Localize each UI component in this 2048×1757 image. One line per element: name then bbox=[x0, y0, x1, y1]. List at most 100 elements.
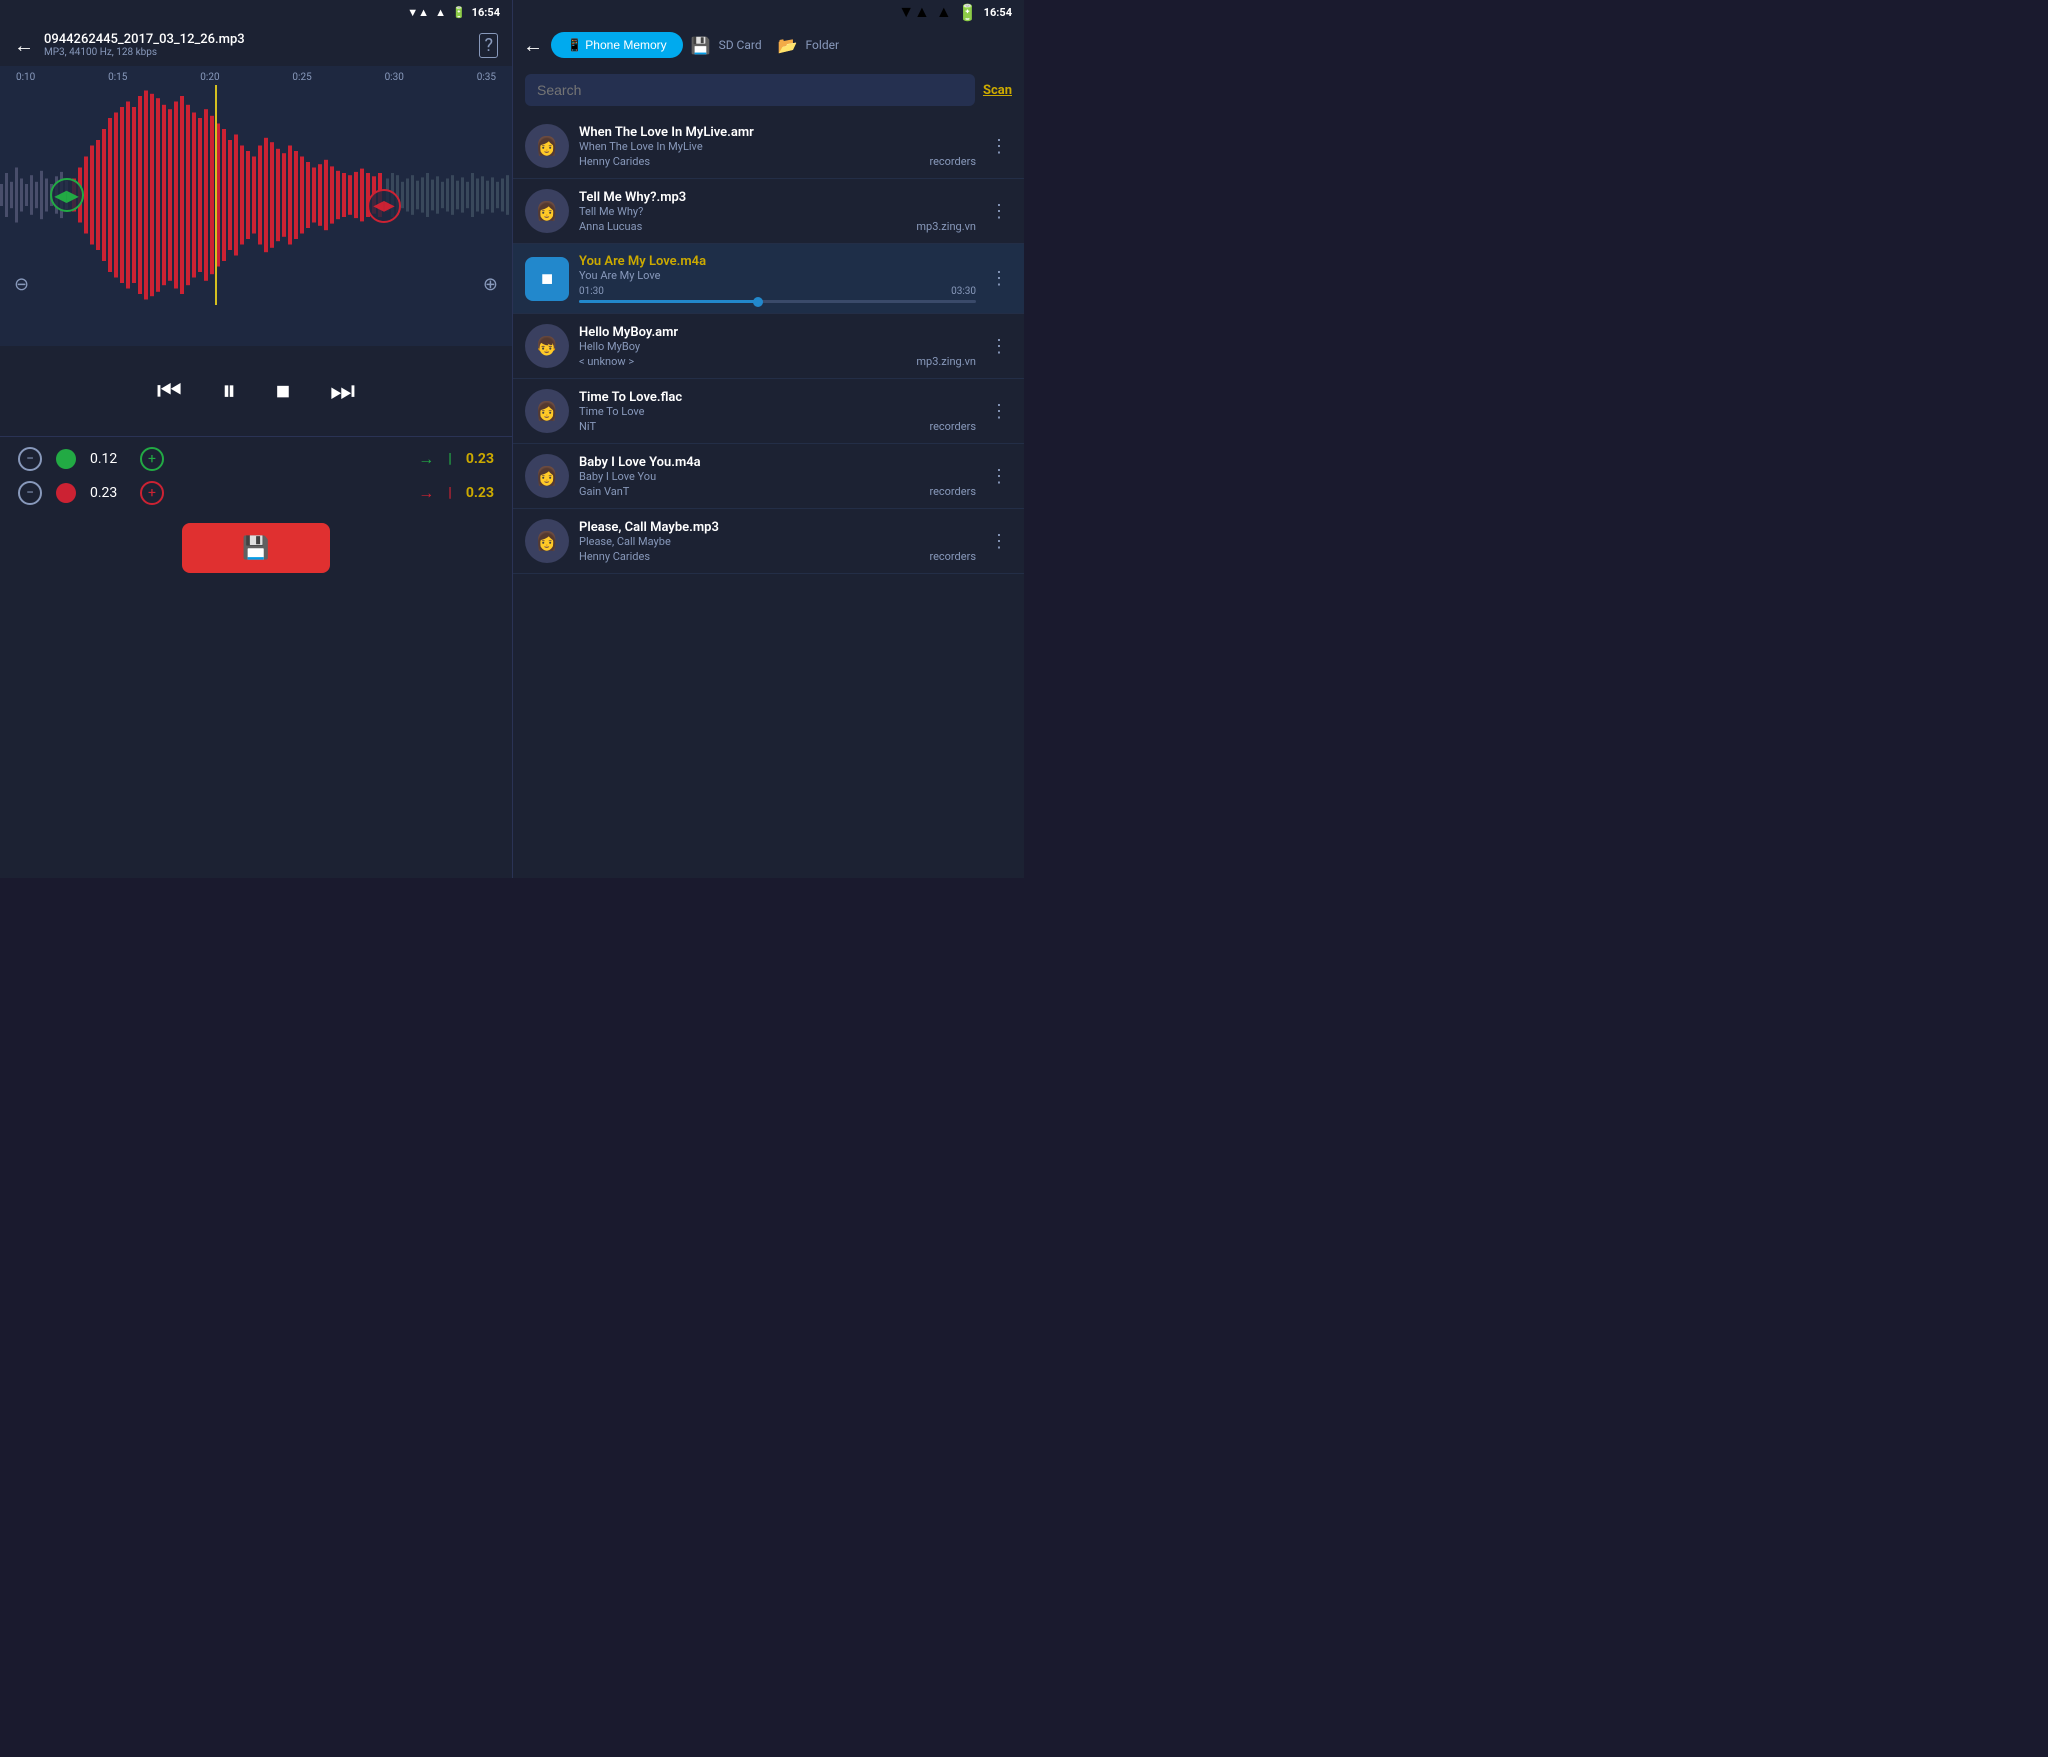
timeline: 0:10 0:15 0:20 0:25 0:30 0:35 bbox=[0, 66, 512, 85]
song-info-5: Time To Love.flac Time To Love NiT recor… bbox=[579, 390, 976, 433]
song-artist-4: < unknow > bbox=[579, 355, 634, 368]
song-info-7: Please, Call Maybe.mp3 Please, Call Mayb… bbox=[579, 520, 976, 563]
song-item-7[interactable]: 👩 Please, Call Maybe.mp3 Please, Call Ma… bbox=[513, 509, 1024, 574]
song-menu-3[interactable]: ⋮ bbox=[986, 264, 1012, 293]
song-menu-2[interactable]: ⋮ bbox=[986, 197, 1012, 226]
song-progress-area: 01:30 03:30 bbox=[579, 286, 976, 303]
tab-folder-label[interactable]: Folder bbox=[806, 38, 839, 52]
left-back-button[interactable]: ← bbox=[14, 33, 34, 58]
tab-sdcard-label[interactable]: SD Card bbox=[719, 38, 762, 52]
progress-bar-track[interactable] bbox=[579, 300, 976, 303]
filename-label: 0944262445_2017_03_12_26.mp3 bbox=[44, 32, 469, 47]
song-artist-6: Gain VanT bbox=[579, 485, 629, 498]
start-minus-button[interactable]: − bbox=[18, 447, 42, 471]
start-marker-icon: ◀▶ bbox=[54, 186, 79, 205]
timeline-mark-3: 0:25 bbox=[292, 72, 311, 83]
rewind-button[interactable]: ⏮ bbox=[157, 374, 182, 408]
song-item-3[interactable]: ■ You Are My Love.m4a You Are My Love 01… bbox=[513, 244, 1024, 314]
right-signal-icon: ▼▲ bbox=[898, 2, 930, 22]
zoom-in-button[interactable]: ⊕ bbox=[483, 274, 498, 295]
right-battery-icon: 🔋 bbox=[958, 3, 978, 22]
song-source-4: mp3.zing.vn bbox=[916, 355, 976, 368]
tab-phone-memory[interactable]: 📱 Phone Memory bbox=[551, 32, 683, 58]
progress-thumb bbox=[753, 297, 763, 307]
search-bar-row: Scan bbox=[513, 66, 1024, 114]
end-plus-button[interactable]: + bbox=[140, 481, 164, 505]
forward-button[interactable]: ⏭ bbox=[330, 374, 355, 408]
song-list: 👩 When The Love In MyLive.amr When The L… bbox=[513, 114, 1024, 878]
song-avatar-1: 👩 bbox=[525, 124, 569, 168]
start-marker[interactable]: ◀▶ bbox=[50, 178, 84, 212]
scan-button[interactable]: Scan bbox=[983, 83, 1012, 98]
right-time: 16:54 bbox=[984, 6, 1012, 19]
battery-icon: 🔋 bbox=[452, 6, 466, 19]
search-input[interactable] bbox=[537, 82, 963, 98]
progress-start-time: 01:30 bbox=[579, 286, 604, 297]
timeline-mark-4: 0:30 bbox=[385, 72, 404, 83]
song-item-2[interactable]: 👩 Tell Me Why?.mp3 Tell Me Why? Anna Luc… bbox=[513, 179, 1024, 244]
stop-button[interactable]: ⏹ bbox=[276, 374, 290, 408]
start-value: 0.12 bbox=[90, 451, 126, 467]
right-panel: ▼▲ ▲ 🔋 16:54 ← 📱 Phone Memory 💾 SD Card … bbox=[512, 0, 1024, 878]
song-artist-2: Anna Lucuas bbox=[579, 220, 642, 233]
signal-icon: ▼▲ bbox=[407, 6, 429, 19]
end-marker-icon: ◀▶ bbox=[373, 198, 395, 214]
song-subtitle-5: Time To Love bbox=[579, 405, 976, 418]
song-menu-1[interactable]: ⋮ bbox=[986, 132, 1012, 161]
right-back-button[interactable]: ← bbox=[523, 33, 543, 58]
save-button[interactable]: 💾 bbox=[182, 523, 329, 573]
end-dot bbox=[56, 483, 76, 503]
song-menu-4[interactable]: ⋮ bbox=[986, 332, 1012, 361]
end-duration: 0.23 bbox=[466, 485, 494, 501]
song-avatar-2: 👩 bbox=[525, 189, 569, 233]
song-source-2: mp3.zing.vn bbox=[916, 220, 976, 233]
edit-controls: − 0.12 + → | 0.23 − 0.23 + → | 0.23 bbox=[0, 436, 512, 515]
song-title-7: Please, Call Maybe.mp3 bbox=[579, 520, 976, 535]
song-info-6: Baby I Love You.m4a Baby I Love You Gain… bbox=[579, 455, 976, 498]
song-subtitle-3: You Are My Love bbox=[579, 269, 976, 282]
pause-button[interactable]: ⏸ bbox=[222, 374, 236, 408]
song-artist-7: Henny Carides bbox=[579, 550, 650, 563]
tab-divider-1: 💾 bbox=[691, 36, 711, 55]
song-menu-6[interactable]: ⋮ bbox=[986, 462, 1012, 491]
left-status-bar: ▼▲ ▲ 🔋 16:54 bbox=[0, 0, 512, 24]
song-title-3: You Are My Love.m4a bbox=[579, 254, 976, 269]
start-plus-button[interactable]: + bbox=[140, 447, 164, 471]
timeline-mark-2: 0:20 bbox=[200, 72, 219, 83]
song-title-5: Time To Love.flac bbox=[579, 390, 976, 405]
song-item-1[interactable]: 👩 When The Love In MyLive.amr When The L… bbox=[513, 114, 1024, 179]
song-menu-5[interactable]: ⋮ bbox=[986, 397, 1012, 426]
help-icon[interactable]: ? bbox=[479, 33, 498, 58]
end-arrow-icon: → bbox=[418, 483, 434, 503]
zoom-out-button[interactable]: ⊖ bbox=[14, 274, 29, 295]
playback-controls: ⏮ ⏸ ⏹ ⏭ bbox=[0, 346, 512, 436]
edit-row-1: − 0.12 + → | 0.23 bbox=[18, 447, 494, 471]
progress-bar-fill bbox=[579, 300, 758, 303]
song-artist-1: Henny Carides bbox=[579, 155, 650, 168]
end-minus-button[interactable]: − bbox=[18, 481, 42, 505]
timeline-mark-5: 0:35 bbox=[477, 72, 496, 83]
end-marker[interactable]: ◀▶ bbox=[367, 189, 401, 223]
song-menu-7[interactable]: ⋮ bbox=[986, 527, 1012, 556]
song-source-7: recorders bbox=[929, 550, 976, 563]
song-item-5[interactable]: 👩 Time To Love.flac Time To Love NiT rec… bbox=[513, 379, 1024, 444]
phone-icon: 📱 bbox=[567, 38, 582, 52]
song-item-4[interactable]: 👦 Hello MyBoy.amr Hello MyBoy < unknow >… bbox=[513, 314, 1024, 379]
song-subtitle-4: Hello MyBoy bbox=[579, 340, 976, 353]
song-item-6[interactable]: 👩 Baby I Love You.m4a Baby I Love You Ga… bbox=[513, 444, 1024, 509]
waveform-container: 0:10 0:15 0:20 0:25 0:30 0:35 bbox=[0, 66, 512, 346]
song-source-6: recorders bbox=[929, 485, 976, 498]
file-meta-label: MP3, 44100 Hz, 128 kbps bbox=[44, 47, 469, 58]
song-title-4: Hello MyBoy.amr bbox=[579, 325, 976, 340]
start-dot bbox=[56, 449, 76, 469]
song-avatar-5: 👩 bbox=[525, 389, 569, 433]
start-duration: 0.23 bbox=[466, 451, 494, 467]
song-title-2: Tell Me Why?.mp3 bbox=[579, 190, 976, 205]
end-value: 0.23 bbox=[90, 485, 126, 501]
song-title-6: Baby I Love You.m4a bbox=[579, 455, 976, 470]
song-subtitle-1: When The Love In MyLive bbox=[579, 140, 976, 153]
song-info-4: Hello MyBoy.amr Hello MyBoy < unknow > m… bbox=[579, 325, 976, 368]
timeline-mark-0: 0:10 bbox=[16, 72, 35, 83]
left-panel: ▼▲ ▲ 🔋 16:54 ← 0944262445_2017_03_12_26.… bbox=[0, 0, 512, 878]
left-time: 16:54 bbox=[472, 6, 500, 19]
